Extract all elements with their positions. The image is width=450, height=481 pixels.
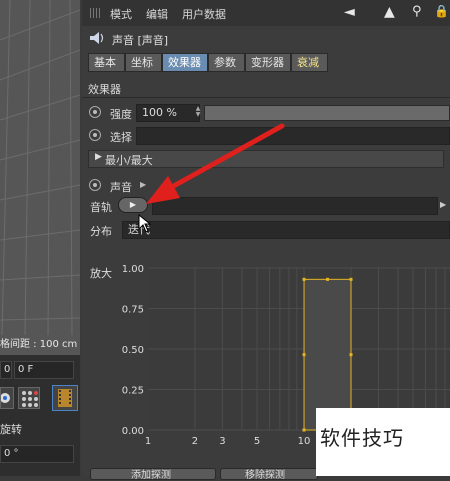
track-label: 音轨 [90,201,112,214]
sound-arrow-icon: ▶ [140,180,147,189]
selection-anim-radio[interactable] [89,129,101,141]
search-icon[interactable]: ⚲ [412,4,422,19]
rotate-field[interactable]: 0 ° [0,445,74,463]
menu-user-data[interactable]: 用户数据 [182,6,226,22]
attribute-panel: 模式 编辑 用户数据 ◄ ▲ ⚲ 🔒 声音 [声音] 基本 坐标 效果器 参数 … [82,0,450,481]
lock-icon[interactable]: 🔒 [434,4,449,18]
expand-arrow-icon: ▶ [95,152,102,162]
object-title: 声音 [声音] [112,34,169,47]
track-field[interactable] [152,197,438,215]
strength-row: 强度 100 % ▲ ▼ [82,103,450,123]
strength-anim-radio[interactable] [89,106,101,118]
strength-label: 强度 [110,108,132,121]
menu-bar: 模式 编辑 用户数据 ◄ ▲ ⚲ 🔒 [82,0,450,26]
frame-field[interactable]: 0 F [14,361,74,379]
y-tick-label: 0.50 [122,345,144,356]
sound-anim-radio[interactable] [89,179,101,191]
y-tick-label: 0.75 [122,305,144,316]
selection-field[interactable] [136,127,450,145]
sound-label: 声音 [110,181,132,194]
x-tick-label: 10 [298,436,311,447]
x-tick-label: 1 [145,436,151,447]
strength-slider[interactable] [204,105,450,121]
section-title: 效果器 [88,83,121,96]
y-tick-label: 0.00 [122,426,144,437]
sound-row: 声音 ▶ [82,176,450,196]
speaker-icon [90,32,104,44]
left-controls: 0 0 F 旋转 0 ° [0,355,80,476]
track-row: 音轨 ▶ ▶ [82,196,450,216]
tab-basic[interactable]: 基本 [88,53,125,72]
distribution-label: 分布 [90,225,112,238]
strength-input[interactable]: 100 % [136,104,200,122]
band-handle [302,428,306,432]
watermark: 软件技巧 [316,408,450,476]
x-tick-label: 2 [192,436,198,447]
mouse-cursor-icon [138,214,152,233]
add-probe-button[interactable]: 添加探测 [90,468,216,481]
rotate-label: 旋转 [0,423,22,436]
band-handle [349,277,353,281]
menu-mode[interactable]: 模式 [110,6,132,22]
distribution-dropdown[interactable]: 迭代 [122,221,450,239]
x-tick-label: 3 [219,436,225,447]
back-arrow-icon[interactable]: ◄ [344,4,355,20]
object-header: 声音 [声音] [82,28,450,50]
tab-deformer[interactable]: 变形器 [245,53,291,72]
record-icon[interactable] [0,387,14,409]
viewport-grid [0,0,80,336]
y-tick-label: 0.25 [122,386,144,397]
band-handle [302,277,306,281]
minmax-label: 最小/最大 [105,154,153,167]
band-handle [326,277,330,281]
watermark-text: 软件技巧 [320,426,404,450]
selection-row: 选择 [82,126,450,146]
tab-params[interactable]: 参数 [208,53,245,72]
band-handle [349,353,353,357]
remove-probe-button[interactable]: 移除探测 [220,468,318,481]
viewport-3d[interactable]: 格间距 : 100 cm [0,0,80,355]
x-tick-label: 5 [254,436,260,447]
up-arrow-icon[interactable]: ▲ [384,4,395,20]
frame-start-field[interactable]: 0 [0,361,12,379]
keyframe-grid-icon[interactable] [18,387,40,409]
tab-falloff[interactable]: 衰减 [291,53,328,72]
film-icon[interactable] [52,385,78,411]
y-tick-label: 1.00 [122,264,144,275]
menu-edit[interactable]: 编辑 [146,6,168,22]
tab-effector[interactable]: 效果器 [162,53,208,72]
band-handle [302,353,306,357]
minmax-group[interactable]: ▶ 最小/最大 [88,150,444,168]
section-divider [82,97,450,98]
selection-label: 选择 [110,131,132,144]
grid-distance-label: 格间距 : 100 cm [0,339,78,350]
track-play-button[interactable]: ▶ [118,197,148,213]
track-menu-arrow-icon[interactable]: ▶ [440,200,446,209]
tab-coord[interactable]: 坐标 [125,53,162,72]
grip-icon[interactable] [90,8,102,18]
strength-spinner[interactable]: ▲ ▼ [195,106,201,120]
